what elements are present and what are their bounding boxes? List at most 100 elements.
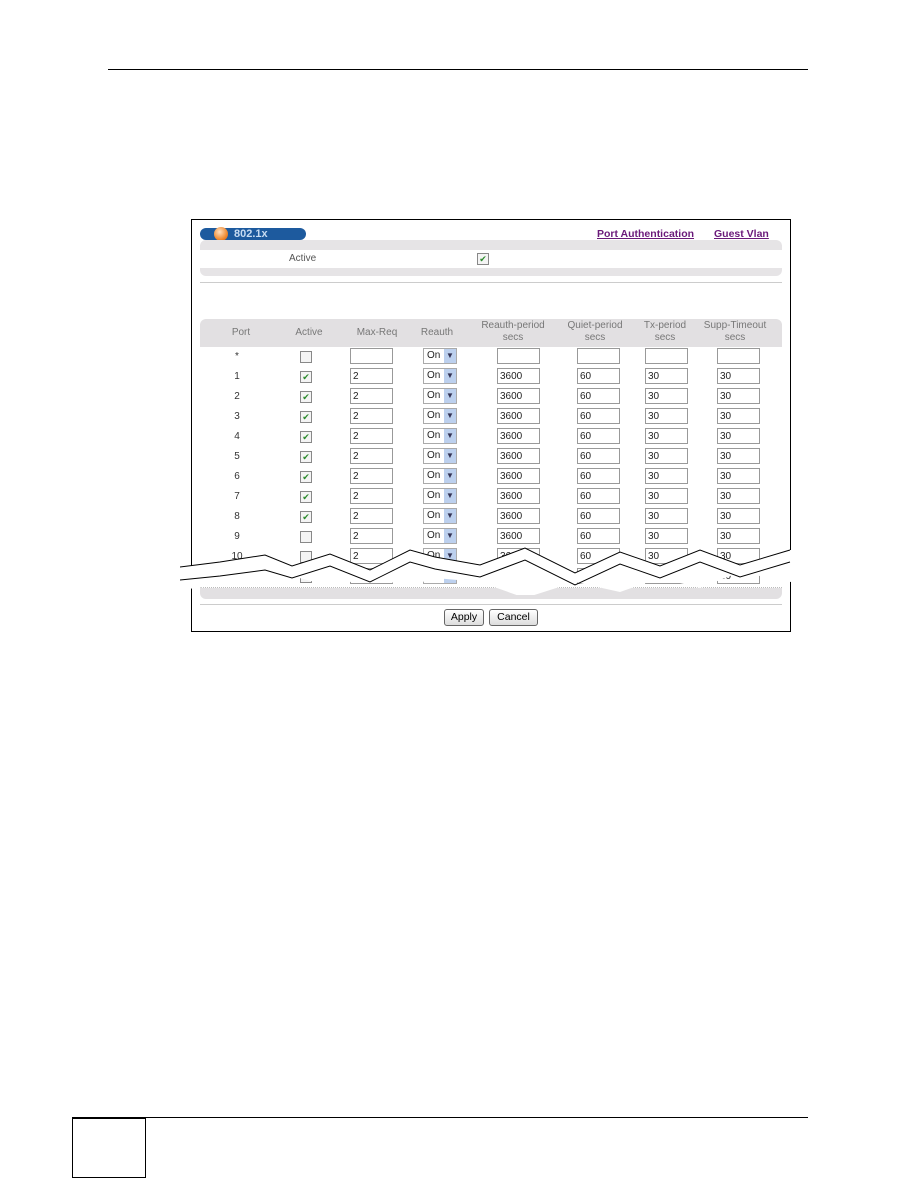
max-req-input[interactable]: 2 [350,448,393,464]
header-unit: secs [584,332,606,343]
max-req-input[interactable] [350,348,393,364]
port-active-checkbox[interactable]: ✔ [300,511,312,523]
reauth-select[interactable]: On▼ [423,448,457,464]
divider [200,604,782,605]
global-active-label: Active [289,253,317,264]
quiet-period-input[interactable]: 60 [577,388,620,404]
header-line: Supp-Timeout [703,320,767,331]
port-cell: 4 [234,431,240,442]
dot1x-screen: 802.1x Port Authentication Guest Vlan Ac… [180,219,800,632]
port-authentication-link[interactable]: Port Authentication [597,228,694,240]
max-req-input[interactable]: 2 [350,468,393,484]
header-unit: secs [654,332,676,343]
quiet-period-input[interactable]: 60 [577,488,620,504]
max-req-input[interactable]: 2 [350,388,393,404]
reauth-period-input[interactable]: 3600 [497,468,540,484]
quiet-period-input[interactable]: 60 [577,448,620,464]
reauth-period-input[interactable]: 3600 [497,508,540,524]
reauth-value: On [427,470,441,481]
screen-title: 802.1x [234,228,268,240]
port-active-checkbox[interactable]: ✔ [300,411,312,423]
supp-timeout-input[interactable]: 30 [717,428,760,444]
port-active-checkbox[interactable]: ✔ [300,471,312,483]
reauth-select[interactable]: On▼ [423,488,457,504]
chevron-down-icon: ▼ [444,409,456,423]
chevron-down-icon: ▼ [444,349,456,363]
tx-period-input[interactable] [645,348,688,364]
global-active-checkbox[interactable]: ✔ [477,253,489,265]
quiet-period-input[interactable]: 60 [577,508,620,524]
port-active-checkbox[interactable]: ✔ [300,451,312,463]
reauth-select[interactable]: On▼ [423,428,457,444]
table-row: 8 ✔ 2 On ▼ 3600 60 30 30 [200,507,782,528]
quiet-period-input[interactable]: 60 [577,428,620,444]
supp-timeout-input[interactable]: 30 [717,448,760,464]
reauth-period-input[interactable]: 3600 [497,368,540,384]
tx-period-input[interactable]: 30 [645,448,688,464]
supp-timeout-input[interactable]: 30 [717,388,760,404]
supp-timeout-input[interactable]: 30 [717,408,760,424]
reauth-select[interactable]: On▼ [423,468,457,484]
supp-timeout-input[interactable]: 30 [717,468,760,484]
table-row: 3 ✔ 2 On ▼ 3600 60 30 30 [200,407,782,428]
reauth-value: On [427,410,441,421]
table-break-mark [180,547,800,595]
max-req-input[interactable]: 2 [350,408,393,424]
quiet-period-input[interactable]: 60 [577,468,620,484]
port-active-checkbox[interactable] [300,351,312,363]
reauth-value: On [427,490,441,501]
header-unit: secs [724,332,746,343]
port-active-checkbox[interactable]: ✔ [300,431,312,443]
supp-timeout-input[interactable]: 30 [717,368,760,384]
reauth-period-input[interactable]: 3600 [497,448,540,464]
reauth-period-input[interactable]: 3600 [497,388,540,404]
tx-period-input[interactable]: 30 [645,428,688,444]
port-cell: 2 [234,391,240,402]
reauth-period-input[interactable]: 3600 [497,428,540,444]
reauth-period-input[interactable]: 3600 [497,408,540,424]
tx-period-input[interactable]: 30 [645,488,688,504]
tx-period-input[interactable]: 30 [645,468,688,484]
quiet-period-input[interactable] [577,348,620,364]
chevron-down-icon: ▼ [444,429,456,443]
tx-period-input[interactable]: 30 [645,388,688,404]
max-req-input[interactable]: 2 [350,428,393,444]
supp-timeout-input[interactable]: 30 [717,508,760,524]
cancel-button[interactable]: Cancel [489,609,538,626]
max-req-input[interactable]: 2 [350,508,393,524]
tx-period-input[interactable]: 30 [645,408,688,424]
reauth-period-input[interactable] [497,348,540,364]
reauth-select[interactable]: On▼ [423,408,457,424]
port-cell: * [235,351,239,362]
reauth-value: On [427,510,441,521]
column-header: Supp-Timeout secs [690,320,780,344]
reauth-select[interactable]: On▼ [423,508,457,524]
quiet-period-input[interactable]: 60 [577,368,620,384]
max-req-input[interactable]: 2 [350,488,393,504]
port-active-checkbox[interactable]: ✔ [300,391,312,403]
footer-rule [146,1117,808,1118]
divider [200,282,782,283]
table-row: 2 ✔ 2 On ▼ 3600 60 30 30 [200,387,782,408]
chevron-down-icon: ▼ [444,469,456,483]
reauth-select[interactable]: On▼ [423,368,457,384]
quiet-period-input[interactable]: 60 [577,408,620,424]
apply-button[interactable]: Apply [444,609,484,626]
supp-timeout-input[interactable] [717,348,760,364]
port-active-checkbox[interactable]: ✔ [300,491,312,503]
supp-timeout-input[interactable]: 30 [717,488,760,504]
reauth-period-input[interactable]: 3600 [497,488,540,504]
manual-page: 802.1x Port Authentication Guest Vlan Ac… [0,0,918,1188]
chevron-down-icon: ▼ [444,449,456,463]
reauth-select[interactable]: On▼ [423,348,457,364]
guest-vlan-link[interactable]: Guest Vlan [714,228,769,240]
reauth-value: On [427,450,441,461]
max-req-input[interactable]: 2 [350,368,393,384]
tx-period-input[interactable]: 30 [645,508,688,524]
table-row: 1 ✔ 2 On ▼ 3600 60 30 30 [200,367,782,388]
port-active-checkbox[interactable]: ✔ [300,371,312,383]
port-cell: 6 [234,471,240,482]
tx-period-input[interactable]: 30 [645,368,688,384]
reauth-select[interactable]: On▼ [423,388,457,404]
table-row: 7 ✔ 2 On ▼ 3600 60 30 30 [200,487,782,508]
